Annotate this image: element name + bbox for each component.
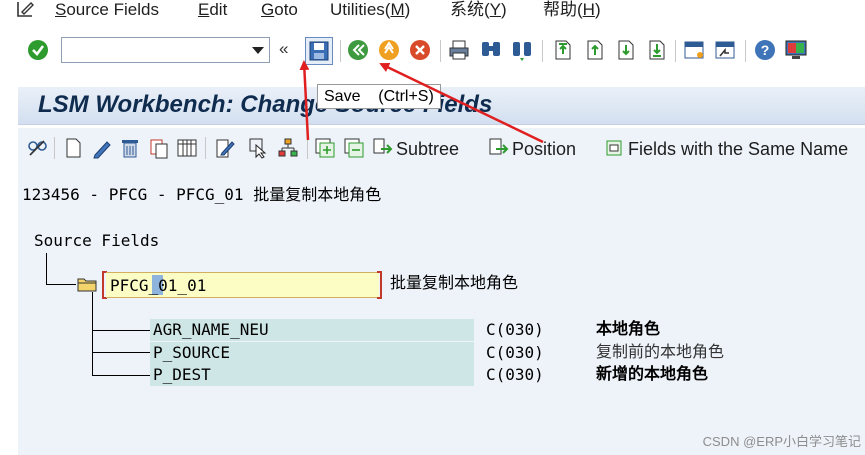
tree-line (92, 352, 150, 353)
folder-icon[interactable] (77, 276, 97, 292)
tree-line (46, 284, 76, 285)
shortcut-icon[interactable] (713, 38, 737, 62)
title-bar: LSM Workbench: Change Source Fields (18, 87, 865, 125)
application-toolbar: Subtree Position Fields with the Same Na… (18, 128, 865, 168)
chevron-down-icon[interactable] (252, 47, 264, 54)
field-description: 本地角色 (596, 321, 661, 338)
menu-help[interactable]: 帮助(H) (543, 0, 601, 20)
same-name-label: Fields with the Same Name (628, 139, 849, 159)
find-next-icon[interactable] (510, 38, 534, 62)
object-header: 123456 - PFCG - PFCG_01 批量复制本地角色 (22, 184, 381, 206)
subtree-label: Subtree (396, 139, 460, 159)
structure-name: PFCG_01_01 (110, 276, 207, 295)
find-icon[interactable] (479, 38, 503, 62)
save-button[interactable] (305, 37, 333, 65)
menu-source-fields[interactable]: Source Fields (55, 0, 159, 20)
svg-text:?: ? (761, 42, 770, 58)
command-input[interactable] (62, 38, 242, 62)
app-menu-icon[interactable] (16, 0, 36, 18)
subtree-icon (373, 138, 393, 154)
copy-icon[interactable] (148, 137, 170, 159)
field-type: C(030) (486, 320, 544, 339)
select-icon[interactable] (248, 137, 270, 159)
toolbar-separator (307, 137, 308, 159)
next-page-icon[interactable] (613, 38, 637, 62)
menu-bar: Source Fields Edit Goto Utilities(M) 系统(… (0, 0, 865, 24)
input-bracket-right (377, 271, 382, 299)
save-tooltip: Save (Ctrl+S) (317, 84, 441, 109)
position-icon (489, 138, 509, 155)
toolbar-separator (54, 137, 55, 159)
toolbar-separator (205, 137, 206, 159)
expand-icon[interactable] (314, 137, 336, 159)
field-name: P_SOURCE (150, 342, 474, 364)
back-icon[interactable] (346, 38, 370, 62)
tree-line (92, 375, 150, 376)
customize-layout-icon[interactable] (784, 38, 808, 62)
field-type: C(030) (486, 365, 544, 384)
exit-icon[interactable] (377, 38, 401, 62)
enter-icon[interactable] (26, 38, 50, 62)
command-field[interactable] (61, 37, 270, 63)
object-code: 123456 - PFCG - PFCG_01 (22, 185, 254, 204)
hierarchy-icon[interactable] (277, 137, 299, 159)
field-name: AGR_NAME_NEU (150, 319, 474, 341)
toolbar-separator (675, 40, 676, 62)
tree-line (92, 330, 150, 331)
standard-toolbar: « ? (0, 30, 865, 72)
menu-utilities[interactable]: Utilities(M) (330, 0, 410, 20)
last-page-icon[interactable] (644, 38, 668, 62)
menu-edit[interactable]: Edit (198, 0, 227, 20)
toolbar-separator (440, 40, 441, 62)
tree-root-label: Source Fields (34, 231, 160, 250)
cancel-icon[interactable] (408, 38, 432, 62)
menu-goto[interactable]: Goto (261, 0, 298, 20)
work-area (18, 168, 865, 455)
tree-line (46, 253, 47, 285)
watermark: CSDN @ERP小白学习笔记 (702, 434, 861, 449)
delete-icon[interactable] (119, 137, 141, 159)
collapse-toolbar-button[interactable]: « (279, 38, 288, 60)
field-name: P_DEST (150, 364, 474, 386)
save-icon (309, 41, 329, 61)
toolbar-separator (745, 40, 746, 62)
change-icon[interactable] (91, 137, 113, 159)
display-change-icon[interactable] (26, 137, 48, 159)
field-type: C(030) (486, 343, 544, 362)
create-session-icon[interactable] (682, 38, 706, 62)
object-description: 批量复制本地角色 (253, 185, 382, 204)
position-label: Position (512, 139, 577, 159)
menu-system[interactable]: 系统(Y) (450, 0, 507, 20)
create-icon[interactable] (62, 137, 84, 159)
structure-name-field[interactable]: PFCG_01_01 (106, 272, 379, 298)
first-page-icon[interactable] (550, 38, 574, 62)
print-icon[interactable] (447, 38, 471, 62)
structure-description: 批量复制本地角色 (390, 275, 519, 292)
toolbar-separator (340, 40, 341, 62)
tree-line (92, 292, 93, 375)
field-description: 新增的本地角色 (596, 366, 709, 383)
same-name-icon (606, 140, 622, 156)
collapse-icon[interactable] (343, 137, 365, 159)
previous-page-icon[interactable] (582, 38, 606, 62)
toolbar-separator (542, 40, 543, 62)
help-icon[interactable]: ? (753, 38, 777, 62)
table-icon[interactable] (176, 137, 198, 159)
field-description: 复制前的本地角色 (596, 344, 725, 361)
edit-text-icon[interactable] (214, 137, 236, 159)
